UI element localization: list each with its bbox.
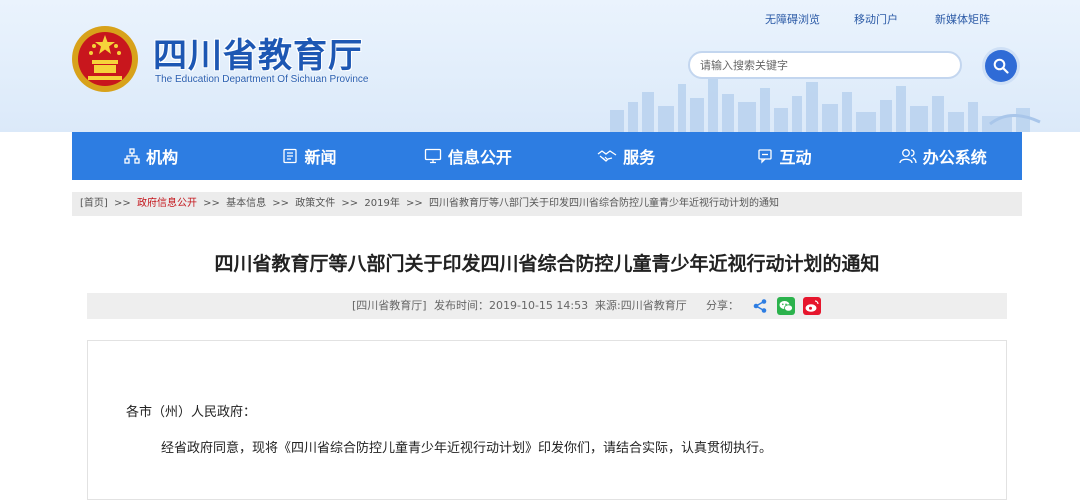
nav-label-org: 机构 xyxy=(146,148,179,167)
meta-from: 来源:四川省教育厅 xyxy=(595,299,687,312)
article-content-box xyxy=(87,340,1007,500)
main-nav: 机构 新闻 信息公开 服务 互动 办公系统 xyxy=(72,132,1022,180)
chat-icon xyxy=(757,148,773,164)
site-subtitle: The Education Department Of Sichuan Prov… xyxy=(155,74,369,85)
site-title[interactable]: 四川省教育厅 xyxy=(153,28,363,77)
search-input[interactable] xyxy=(688,51,962,79)
meta-publish-time: 发布时间：2019-10-15 14:53 xyxy=(434,299,589,312)
meta-source-tag: [四川省教育厅] xyxy=(352,299,427,312)
nav-item-office-system[interactable]: 办公系统 xyxy=(864,132,1022,180)
users-icon xyxy=(899,148,917,164)
monitor-icon xyxy=(424,148,442,164)
weibo-icon[interactable] xyxy=(803,297,821,315)
city-skyline-illustration xyxy=(610,78,1041,132)
nav-item-service[interactable]: 服务 xyxy=(547,132,705,180)
national-emblem-logo xyxy=(72,26,138,92)
breadcrumb-policy-docs[interactable]: 政策文件 xyxy=(295,198,335,209)
nav-label-news: 新闻 xyxy=(304,148,337,167)
breadcrumb-separator: >> xyxy=(272,198,290,209)
breadcrumb-current: 四川省教育厅等八部门关于印发四川省综合防控儿童青少年近视行动计划的通知 xyxy=(428,198,779,209)
nav-item-org[interactable]: 机构 xyxy=(72,132,230,180)
accessibility-link[interactable]: 无障碍浏览 xyxy=(765,11,820,27)
mobile-portal-link[interactable]: 移动门户 xyxy=(854,11,898,27)
nav-label-office-system: 办公系统 xyxy=(922,148,987,167)
breadcrumb-basic-info[interactable]: 基本信息 xyxy=(226,198,266,209)
breadcrumb-separator: >> xyxy=(203,198,220,209)
breadcrumb-separator: >> xyxy=(406,198,423,209)
news-icon xyxy=(282,148,298,164)
share-icon[interactable] xyxy=(751,297,769,315)
org-chart-icon xyxy=(124,148,140,164)
meta-share-label: 分享： xyxy=(706,299,739,312)
search-icon xyxy=(993,58,1009,74)
article-title: 四川省教育厅等八部门关于印发四川省综合防控儿童青少年近视行动计划的通知 xyxy=(214,253,880,275)
share-icons xyxy=(751,297,821,315)
article-meta-bar: [四川省教育厅] 发布时间：2019-10-15 14:53 来源:四川省教育厅… xyxy=(87,293,1007,319)
nav-item-interaction[interactable]: 互动 xyxy=(705,132,863,180)
breadcrumb-home[interactable]: [首页] xyxy=(80,198,108,209)
new-media-link[interactable]: 新媒体矩阵 xyxy=(935,11,990,27)
handshake-icon xyxy=(597,148,617,164)
search-button[interactable] xyxy=(985,50,1017,82)
nav-item-news[interactable]: 新闻 xyxy=(230,132,388,180)
breadcrumb: [首页] >> 政府信息公开 >> 基本信息 >> 政策文件 >> 2019年 … xyxy=(72,192,1022,216)
breadcrumb-gov-info[interactable]: 政府信息公开 xyxy=(137,198,197,209)
article-salutation: 各市（州）人民政府： xyxy=(126,405,257,420)
breadcrumb-year[interactable]: 2019年 xyxy=(364,198,399,209)
nav-label-interaction: 互动 xyxy=(779,148,812,167)
wechat-icon[interactable] xyxy=(777,297,795,315)
nav-label-info-disclosure: 信息公开 xyxy=(447,148,512,167)
breadcrumb-separator: >> xyxy=(114,198,131,209)
nav-label-service: 服务 xyxy=(623,148,656,167)
article-paragraph: 经省政府同意，现将《四川省综合防控儿童青少年近视行动计划》印发你们，请结合实际，… xyxy=(161,441,773,456)
nav-item-info-disclosure[interactable]: 信息公开 xyxy=(389,132,547,180)
breadcrumb-separator: >> xyxy=(341,198,359,209)
